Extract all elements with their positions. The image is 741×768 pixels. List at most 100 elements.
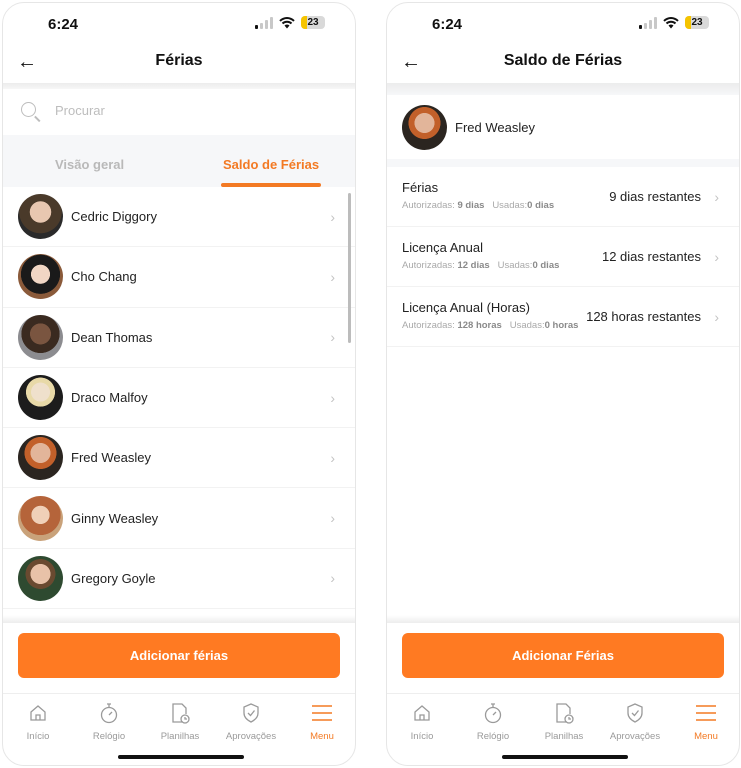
home-icon <box>3 702 73 724</box>
avatar <box>18 435 63 481</box>
search-input[interactable]: Procurar <box>3 89 355 135</box>
employee-header: Fred Weasley <box>387 95 739 159</box>
employee-name: Fred Weasley <box>71 450 151 466</box>
chevron-right-icon: › <box>714 309 719 325</box>
tab-visao-geral[interactable]: Visão geral <box>55 157 124 172</box>
chevron-right-icon: › <box>714 189 719 205</box>
employee-list: Cedric Diggory › Cho Chang › Dean Thomas… <box>3 187 355 617</box>
chevron-right-icon: › <box>330 329 335 346</box>
balance-title: Férias <box>402 180 439 195</box>
avatar <box>18 314 63 360</box>
status-time: 6:24 <box>48 16 79 33</box>
balance-row-licenca-anual-horas[interactable]: Licença Anual (Horas) Autorizadas: 128 h… <box>387 287 739 347</box>
chevron-right-icon: › <box>330 208 335 225</box>
balance-title: Licença Anual <box>402 240 483 255</box>
chevron-right-icon: › <box>330 268 335 285</box>
add-vacation-button[interactable]: Adicionar férias <box>18 633 340 678</box>
balance-row-ferias[interactable]: Férias Autorizadas: 9 dias Usadas:0 dias… <box>387 167 739 227</box>
tabbar-item-relogio[interactable]: Relógio <box>458 702 528 742</box>
tabbar-item-aprovacoes[interactable]: Aprovações <box>216 702 286 742</box>
stopwatch-icon <box>458 702 528 724</box>
avatar <box>402 104 447 150</box>
home-icon <box>387 702 457 724</box>
tabbar-item-planilhas[interactable]: Planilhas <box>145 702 215 742</box>
tabbar-item-menu[interactable]: Menu <box>671 702 739 742</box>
tabbar-item-aprovacoes[interactable]: Aprovações <box>600 702 670 742</box>
divider <box>3 615 355 623</box>
balance-row-licenca-anual[interactable]: Licença Anual Autorizadas: 12 dias Usada… <box>387 227 739 287</box>
status-bar: 6:24 23 <box>3 3 355 43</box>
page-title: Férias <box>155 52 203 69</box>
screen-saldo-de-ferias: 6:24 23 ← Saldo de Férias Fred Weasley F… <box>386 2 740 766</box>
tabbar-item-inicio[interactable]: Início <box>3 702 73 742</box>
bottom-tab-bar: Início Relógio Planilhas Aprovações Menu <box>387 693 739 765</box>
tabbar-item-menu[interactable]: Menu <box>287 702 355 742</box>
status-bar: 6:24 23 <box>387 3 739 43</box>
chevron-right-icon: › <box>330 570 335 587</box>
employee-name: Cho Chang <box>71 269 137 285</box>
employee-name: Ginny Weasley <box>71 510 159 526</box>
shield-check-icon <box>600 702 670 724</box>
status-time: 6:24 <box>432 16 463 33</box>
employee-name: Draco Malfoy <box>71 390 148 406</box>
avatar <box>18 495 63 541</box>
tab-saldo-de-ferias[interactable]: Saldo de Férias <box>223 157 319 172</box>
timesheet-icon <box>145 702 215 724</box>
tabbar-item-relogio[interactable]: Relógio <box>74 702 144 742</box>
shield-check-icon <box>216 702 286 724</box>
avatar <box>18 194 63 240</box>
divider <box>387 159 739 167</box>
balance-remaining: 128 horas restantes <box>586 309 701 324</box>
employee-name: Dean Thomas <box>71 329 153 345</box>
nav-bar: ← Férias <box>3 43 355 83</box>
balance-remaining: 9 dias restantes <box>609 189 701 204</box>
wifi-icon <box>279 16 295 28</box>
employee-name: Gregory Goyle <box>71 570 156 586</box>
stopwatch-icon <box>74 702 144 724</box>
tabbar-item-inicio[interactable]: Início <box>387 702 457 742</box>
menu-icon <box>671 702 739 724</box>
wifi-icon <box>663 16 679 28</box>
search-icon <box>21 102 36 117</box>
chevron-right-icon: › <box>714 249 719 265</box>
signal-icon <box>255 16 273 29</box>
list-item[interactable]: Dean Thomas › <box>3 308 355 368</box>
list-item[interactable]: Draco Malfoy › <box>3 368 355 429</box>
nav-bar: ← Saldo de Férias <box>387 43 739 83</box>
page-title: Saldo de Férias <box>503 52 623 69</box>
divider <box>387 83 739 95</box>
list-item[interactable]: Gregory Goyle › <box>3 549 355 610</box>
list-item[interactable]: Cho Chang › <box>3 247 355 308</box>
balance-title: Licença Anual (Horas) <box>402 300 530 315</box>
home-indicator <box>502 755 628 759</box>
avatar <box>18 375 63 421</box>
employee-name: Cedric Diggory <box>71 209 157 225</box>
avatar <box>18 555 63 601</box>
chevron-right-icon: › <box>330 510 335 527</box>
tab-bar-segment: Visão geral Saldo de Férias <box>3 135 355 187</box>
bottom-tab-bar: Início Relógio Planilhas Aprovações Menu <box>3 693 355 765</box>
balance-remaining: 12 dias restantes <box>601 249 701 264</box>
menu-icon <box>287 702 355 724</box>
battery-icon: 23 <box>301 16 325 29</box>
chevron-right-icon: › <box>330 389 335 406</box>
search-placeholder: Procurar <box>55 103 105 118</box>
add-vacation-button[interactable]: Adicionar Férias <box>402 633 724 678</box>
employee-name: Fred Weasley <box>455 119 535 135</box>
scrollbar[interactable] <box>348 193 351 343</box>
balance-details: Autorizadas: 9 dias Usadas:0 dias <box>402 200 555 211</box>
divider <box>387 615 739 623</box>
battery-icon: 23 <box>685 16 709 29</box>
list-item[interactable]: Cedric Diggory › <box>3 187 355 248</box>
balance-details: Autorizadas: 128 horas Usadas:0 horas <box>402 320 579 331</box>
chevron-right-icon: › <box>330 449 335 466</box>
signal-icon <box>639 16 657 29</box>
list-item[interactable]: Ginny Weasley › <box>3 488 355 549</box>
timesheet-icon <box>529 702 599 724</box>
tabbar-item-planilhas[interactable]: Planilhas <box>529 702 599 742</box>
home-indicator <box>118 755 244 759</box>
balance-details: Autorizadas: 12 dias Usadas:0 dias <box>402 260 560 271</box>
list-item[interactable]: Fred Weasley › <box>3 428 355 489</box>
screen-ferias-list: 6:24 23 ← Férias Procurar Visão geral Sa… <box>2 2 356 766</box>
avatar <box>18 254 63 300</box>
